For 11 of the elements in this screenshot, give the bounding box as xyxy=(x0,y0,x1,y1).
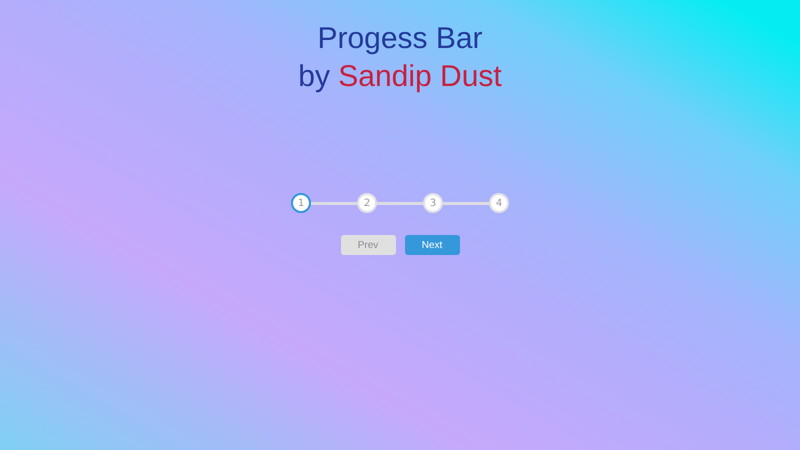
title-text: Progess Bar xyxy=(316,21,484,57)
progress-line xyxy=(311,202,357,204)
step-circle: 1 xyxy=(291,193,311,213)
progress-line xyxy=(377,202,423,204)
author-name: Sandip Dust xyxy=(338,60,502,93)
step-circle: 3 xyxy=(423,193,443,213)
progress-line xyxy=(443,202,489,204)
step-circle: 2 xyxy=(357,193,377,213)
step-circle: 4 xyxy=(489,193,509,213)
byline-prefix: by xyxy=(298,60,330,93)
next-button[interactable]: Next xyxy=(404,235,460,255)
